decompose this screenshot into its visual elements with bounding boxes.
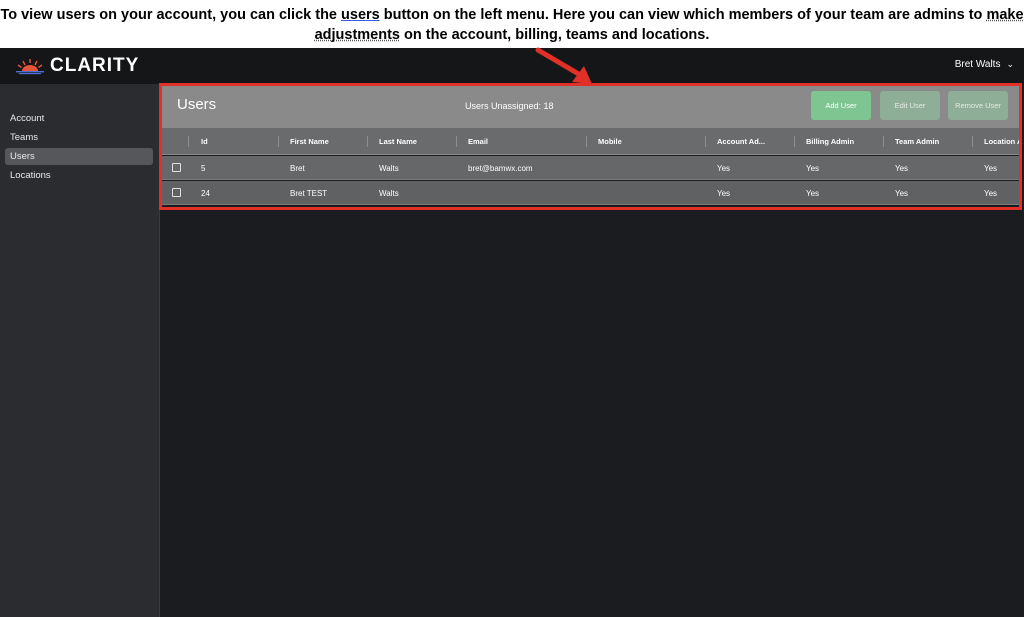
column-separator: [883, 136, 884, 147]
column-header-account-admin[interactable]: Account Ad...: [717, 137, 765, 146]
column-separator: [456, 136, 457, 147]
sidebar-item-teams[interactable]: Teams: [5, 129, 153, 146]
row-checkbox[interactable]: [172, 163, 181, 172]
top-bar: CLARITY Bret Walts ⌄: [0, 48, 1024, 84]
caption-text-2: button on the left menu. Here you can vi…: [379, 7, 987, 23]
cell-id: 5: [201, 164, 206, 173]
clarity-logo[interactable]: CLARITY: [14, 55, 139, 77]
caption-text-3: on the account, billing, teams and locat…: [400, 27, 710, 43]
cell-location-admin: Yes: [984, 164, 998, 173]
users-panel: Users Users Unassigned: 18 Add User Edit…: [160, 84, 1022, 208]
cell-location-admin: Yes: [984, 189, 998, 198]
column-header-last-name[interactable]: Last Name: [379, 137, 417, 146]
sidebar-item-users[interactable]: Users: [5, 148, 153, 165]
column-separator: [972, 136, 973, 147]
sidebar-item-locations[interactable]: Locations: [5, 167, 153, 184]
cell-billing-admin: Yes: [806, 189, 820, 198]
user-menu[interactable]: Bret Walts ⌄: [955, 59, 1014, 70]
user-name: Bret Walts: [954, 59, 1001, 70]
main-content-area: [160, 208, 1024, 617]
red-arrow-icon: [535, 47, 592, 84]
logo-text: CLARITY: [50, 55, 140, 76]
cell-email: bret@bamwx.com: [468, 164, 533, 173]
app-window: CLARITY Bret Walts ⌄ Account Teams Users…: [0, 48, 1024, 617]
column-header-location-admin[interactable]: Location A: [984, 137, 1022, 146]
column-separator: [188, 136, 189, 147]
add-user-button[interactable]: Add User: [811, 91, 871, 120]
cell-team-admin: Yes: [895, 189, 909, 198]
cell-id: 24: [201, 189, 210, 198]
sunrise-logo-icon: [16, 59, 44, 75]
column-header-team-admin[interactable]: Team Admin: [895, 137, 939, 146]
instruction-caption: To view users on your account, you can c…: [0, 0, 1024, 48]
table-row[interactable]: 24 Bret TEST Walts Yes Yes Yes Yes: [160, 181, 1022, 205]
column-header-billing-admin[interactable]: Billing Admin: [806, 137, 854, 146]
row-checkbox[interactable]: [172, 188, 181, 197]
cell-last-name: Walts: [379, 164, 399, 173]
column-header-id[interactable]: Id: [201, 137, 208, 146]
cell-team-admin: Yes: [895, 164, 909, 173]
page-title: Users: [177, 96, 217, 113]
cell-last-name: Walts: [379, 189, 399, 198]
users-unassigned-count: Users Unassigned: 18: [465, 101, 554, 111]
edit-user-button[interactable]: Edit User: [880, 91, 940, 120]
column-header-first-name[interactable]: First Name: [290, 137, 329, 146]
chevron-down-icon: ⌄: [1006, 59, 1014, 69]
cell-account-admin: Yes: [717, 189, 731, 198]
caption-users-link: users: [341, 7, 380, 23]
caption-text-1: To view users on your account, you can c…: [0, 7, 342, 23]
cell-first-name: Bret: [290, 164, 305, 173]
column-separator: [367, 136, 368, 147]
table-row[interactable]: 5 Bret Walts bret@bamwx.com Yes Yes Yes …: [160, 156, 1022, 180]
column-separator: [705, 136, 706, 147]
users-table-header: Id First Name Last Name Email Mobile Acc…: [160, 128, 1022, 155]
column-separator: [794, 136, 795, 147]
column-header-email[interactable]: Email: [468, 137, 488, 146]
cell-first-name: Bret TEST: [290, 189, 328, 198]
sidebar: Account Teams Users Locations: [0, 84, 160, 617]
sidebar-item-account[interactable]: Account: [5, 110, 153, 127]
column-separator: [278, 136, 279, 147]
cell-account-admin: Yes: [717, 164, 731, 173]
column-header-mobile[interactable]: Mobile: [598, 137, 622, 146]
cell-billing-admin: Yes: [806, 164, 820, 173]
remove-user-button[interactable]: Remove User: [948, 91, 1008, 120]
column-separator: [586, 136, 587, 147]
